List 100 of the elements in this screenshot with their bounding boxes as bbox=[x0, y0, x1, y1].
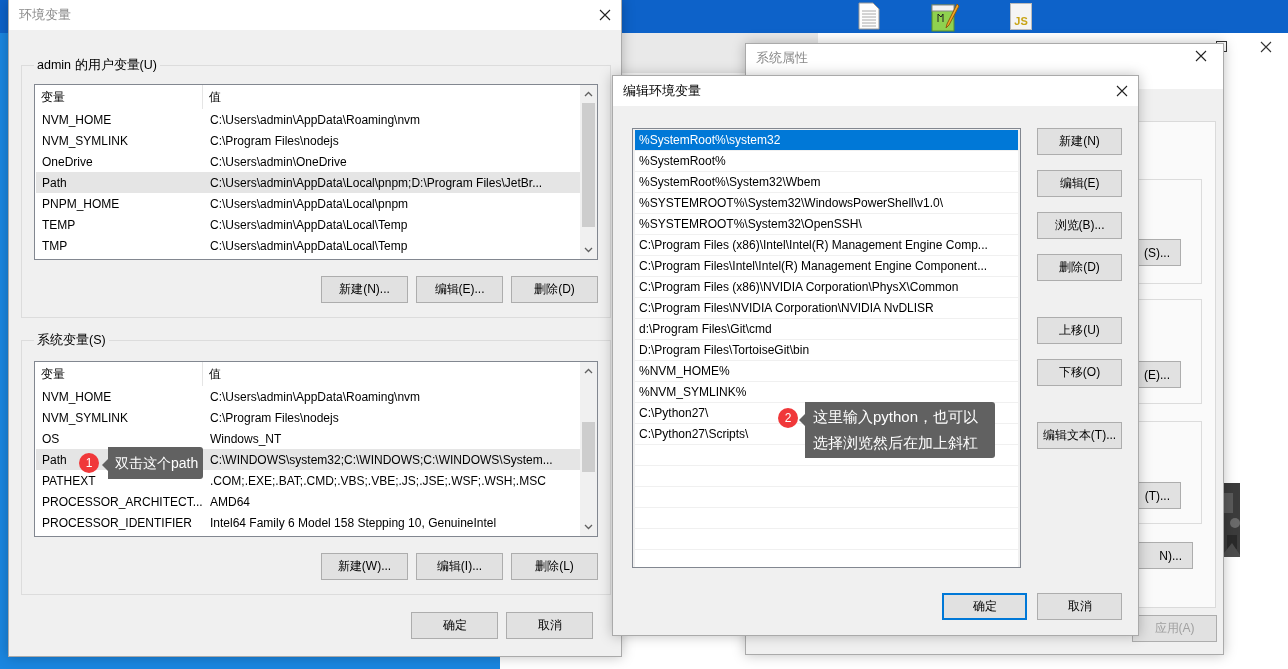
path-entry[interactable]: d:\Program Files\Git\cmd bbox=[635, 319, 776, 339]
notepad-icon[interactable] bbox=[930, 2, 960, 32]
window-title: 编辑环境变量 bbox=[623, 82, 701, 100]
variable-row[interactable]: PNPM_HOME C:\Users\admin\AppData\Local\pnpm bbox=[36, 193, 580, 214]
table-cell: C:\Users\admin\AppData\Local\pnpm bbox=[210, 196, 409, 211]
variable-row[interactable]: PROCESSOR_ARCHITECT... AMD64 bbox=[36, 491, 580, 512]
callout-tooltip: 这里输入python，也可以选择浏览然后在加上斜杠 bbox=[799, 402, 995, 458]
path-entry[interactable]: C:\Program Files (x86)\NVIDIA Corporation\PhysX\Common bbox=[635, 277, 963, 297]
dialog-button[interactable]: 取消 bbox=[1037, 593, 1122, 620]
table-cell: C:\Program Files\nodejs bbox=[210, 133, 339, 148]
dialog-button[interactable]: 编辑(E) bbox=[1037, 170, 1122, 197]
dialog-button[interactable]: 确定 bbox=[411, 612, 498, 639]
table-cell: OS bbox=[42, 431, 60, 446]
path-entry[interactable]: %SYSTEMROOT%\System32\OpenSSH\ bbox=[635, 214, 866, 234]
path-entry[interactable]: C:\Python27\ bbox=[635, 403, 713, 423]
path-entry[interactable]: %NVM_SYMLINK% bbox=[635, 382, 751, 402]
dialog-button[interactable]: 删除(L) bbox=[511, 553, 598, 580]
variable-list[interactable] bbox=[34, 84, 598, 260]
path-list[interactable] bbox=[632, 128, 1021, 568]
close-icon[interactable] bbox=[1260, 41, 1272, 53]
dialog-button[interactable]: 新建(N)... bbox=[321, 276, 408, 303]
table-cell: PROCESSOR_ARCHITECT... bbox=[42, 494, 203, 509]
table-cell: C:\Users\admin\AppData\Local\Temp bbox=[210, 217, 408, 232]
path-entry[interactable]: %NVM_HOME% bbox=[635, 361, 734, 381]
dialog-button[interactable]: 下移(O) bbox=[1037, 359, 1122, 386]
table-cell: NVM_HOME bbox=[42, 112, 112, 127]
window-title: 系统属性 bbox=[756, 50, 808, 67]
dialog-button[interactable]: 取消 bbox=[506, 612, 593, 639]
variable-row[interactable]: OneDrive C:\Users\admin\OneDrive bbox=[36, 151, 580, 172]
close-icon[interactable] bbox=[599, 9, 611, 21]
dialog-button[interactable]: 上移(U) bbox=[1037, 317, 1122, 344]
table-cell: C:\Users\admin\OneDrive bbox=[210, 154, 347, 169]
variable-row[interactable]: NVM_SYMLINK C:\Program Files\nodejs bbox=[36, 130, 580, 151]
table-cell: PROCESSOR_IDENTIFIER bbox=[42, 515, 193, 530]
column-header[interactable]: 值 bbox=[203, 362, 221, 386]
dialog-button[interactable]: 编辑文本(T)... bbox=[1037, 422, 1122, 449]
table-cell: PATHEXT bbox=[42, 473, 96, 488]
variable-row[interactable]: Path C:\Users\admin\AppData\Local\pnpm;D:\Program Files\JetBr... bbox=[36, 172, 580, 193]
dialog-button[interactable]: 新建(W)... bbox=[321, 553, 408, 580]
table-cell: Intel64 Family 6 Model 158 Stepping 10, GenuineIntel bbox=[210, 515, 497, 530]
variable-row[interactable]: PROCESSOR_IDENTIFIER Intel64 Family 6 Model 158 Stepping 10, GenuineIntel bbox=[36, 512, 580, 533]
table-cell: Windows_NT bbox=[210, 431, 282, 446]
table-cell: TEMP bbox=[42, 217, 76, 232]
variable-row[interactable]: OS Windows_NT bbox=[36, 428, 580, 449]
group-label: admin 的用户变量(U) bbox=[36, 57, 158, 74]
variable-row[interactable]: TMP C:\Users\admin\AppData\Local\Temp bbox=[36, 235, 580, 256]
table-cell: TMP bbox=[42, 238, 68, 253]
table-cell: .COM;.EXE;.BAT;.CMD;.VBS;.VBE;.JS;.JSE;.WSF;.WSH;.MSC bbox=[210, 473, 546, 488]
scroll-down-icon[interactable] bbox=[584, 524, 593, 530]
scrollbar-thumb[interactable] bbox=[582, 103, 595, 227]
table-cell: C:\Users\admin\AppData\Local\Temp bbox=[210, 238, 408, 253]
table-cell: C:\Users\admin\AppData\Roaming\nvm bbox=[210, 389, 421, 404]
dialog-button[interactable]: 编辑(I)... bbox=[416, 553, 503, 580]
table-cell: C:\Users\admin\AppData\Roaming\nvm bbox=[210, 112, 421, 127]
text-file-icon[interactable] bbox=[858, 2, 880, 30]
scroll-down-icon[interactable] bbox=[584, 247, 593, 253]
dialog-button[interactable]: 编辑(E)... bbox=[416, 276, 503, 303]
path-entry[interactable]: C:\Program Files\NVIDIA Corporation\NVIDIA NvDLISR bbox=[635, 298, 938, 318]
column-header[interactable]: 值 bbox=[203, 85, 221, 109]
table-cell: C:\WINDOWS\system32;C:\WINDOWS;C:\WINDOWS\System... bbox=[210, 452, 553, 467]
scrollbar[interactable] bbox=[580, 362, 597, 536]
variable-row[interactable]: TEMP C:\Users\admin\AppData\Local\Temp bbox=[36, 214, 580, 235]
callout-tooltip: 双击这个path bbox=[102, 447, 204, 479]
column-header[interactable]: 变量 bbox=[35, 85, 203, 109]
dialog-button[interactable]: 新建(N) bbox=[1037, 128, 1122, 155]
path-entry[interactable]: C:\Python27\Scripts\ bbox=[635, 424, 753, 444]
scrollbar-thumb[interactable] bbox=[582, 422, 595, 472]
scroll-up-icon[interactable] bbox=[584, 91, 593, 97]
table-cell: NVM_HOME bbox=[42, 389, 112, 404]
dialog-button[interactable]: 确定 bbox=[942, 593, 1027, 620]
column-header[interactable]: 变量 bbox=[35, 362, 203, 386]
path-entry[interactable]: %SystemRoot% bbox=[635, 151, 730, 171]
scroll-up-icon[interactable] bbox=[584, 368, 593, 374]
path-entry[interactable]: C:\Program Files\Intel\Intel(R) Management Engine Component... bbox=[635, 256, 992, 276]
table-cell: Path bbox=[42, 175, 67, 190]
path-entry[interactable]: %SystemRoot%\System32\Wbem bbox=[635, 172, 825, 192]
window-title: 环境变量 bbox=[19, 6, 71, 24]
table-cell: NVM_SYMLINK bbox=[42, 133, 129, 148]
close-icon[interactable] bbox=[1116, 85, 1128, 97]
variable-list[interactable] bbox=[34, 361, 598, 537]
path-entry[interactable]: %SYSTEMROOT%\System32\WindowsPowerShell\v1.0\ bbox=[635, 193, 948, 213]
table-cell: NVM_SYMLINK bbox=[42, 410, 129, 425]
table-cell: Path bbox=[42, 452, 67, 467]
variable-row[interactable]: NVM_HOME C:\Users\admin\AppData\Roaming\nvm bbox=[36, 109, 580, 130]
table-cell: OneDrive bbox=[42, 154, 93, 169]
close-icon[interactable] bbox=[1195, 50, 1207, 62]
path-entry[interactable]: %SystemRoot%\system32 bbox=[635, 130, 1018, 150]
dialog-button[interactable]: 删除(D) bbox=[511, 276, 598, 303]
table-cell: C:\Program Files\nodejs bbox=[210, 410, 339, 425]
table-cell: C:\Users\admin\AppData\Local\pnpm;D:\Program Files\JetBr... bbox=[210, 175, 543, 190]
dialog-button[interactable]: 删除(D) bbox=[1037, 254, 1122, 281]
path-entry[interactable]: D:\Program Files\TortoiseGit\bin bbox=[635, 340, 814, 360]
variable-row[interactable]: NVM_HOME C:\Users\admin\AppData\Roaming\nvm bbox=[36, 386, 580, 407]
scrollbar[interactable] bbox=[580, 85, 597, 259]
path-entry[interactable]: C:\Program Files (x86)\Intel\Intel(R) Management Engine Comp... bbox=[635, 235, 992, 255]
group-label: 系统变量(S) bbox=[36, 332, 107, 349]
table-cell: AMD64 bbox=[210, 494, 250, 509]
variable-row[interactable]: NVM_SYMLINK C:\Program Files\nodejs bbox=[36, 407, 580, 428]
dialog-button[interactable]: 浏览(B)... bbox=[1037, 212, 1122, 239]
table-cell: PNPM_HOME bbox=[42, 196, 120, 211]
